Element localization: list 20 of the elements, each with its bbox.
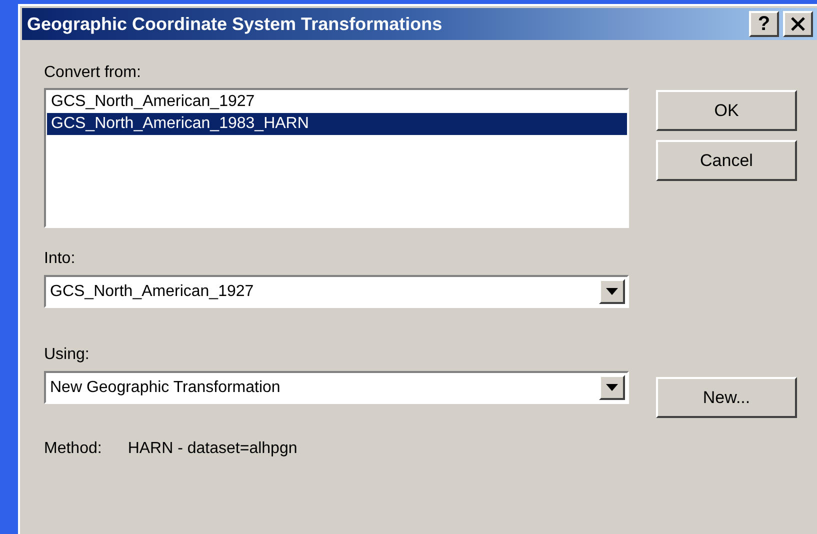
dialog-button[interactable]: Cancel xyxy=(656,140,797,181)
dropdown-field[interactable]: GCS_North_American_1927 xyxy=(44,275,629,308)
method-value: HARN - dataset=alhpgn xyxy=(128,439,298,459)
dropdown-arrow-icon xyxy=(606,288,618,295)
field-label: Convert from: xyxy=(44,64,142,82)
window-title: Geographic Coordinate System Transformations xyxy=(27,12,444,36)
field-label: Using: xyxy=(44,346,90,364)
dropdown-button[interactable] xyxy=(599,375,625,400)
dialog-button[interactable]: OK xyxy=(656,90,797,131)
new-button[interactable]: New... xyxy=(656,377,797,418)
dropdown-arrow-icon xyxy=(606,384,618,391)
dropdown-button[interactable] xyxy=(599,279,625,304)
close-button[interactable] xyxy=(783,11,813,37)
field-label: Into: xyxy=(44,250,76,268)
field-label: Method: xyxy=(44,439,102,459)
dropdown-field[interactable]: New Geographic Transformation xyxy=(44,371,629,404)
list-item[interactable]: GCS_North_American_1983_HARN xyxy=(47,113,627,135)
help-button[interactable]: ? xyxy=(749,11,779,37)
close-icon xyxy=(790,17,806,31)
list-item[interactable]: GCS_North_American_1927 xyxy=(47,91,627,113)
